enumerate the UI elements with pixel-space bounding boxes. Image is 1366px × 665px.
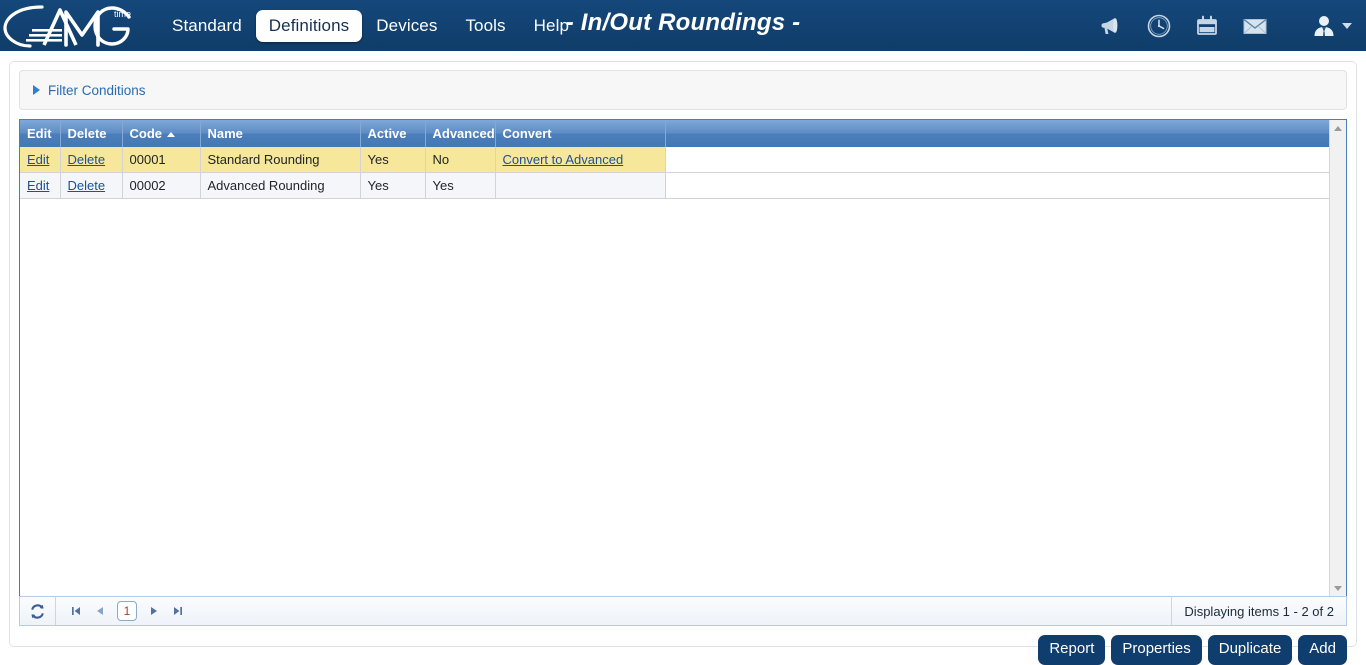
cell-convert [495,172,666,199]
chevron-right-icon [33,85,40,95]
content-panel: Filter Conditions Edit Delete Code Name [9,61,1357,665]
report-button[interactable]: Report [1038,635,1106,665]
duplicate-button[interactable]: Duplicate [1207,635,1293,665]
cell-code: 00001 [122,147,201,173]
scroll-up-button[interactable] [1330,120,1346,136]
logo-superscript-text: time [114,9,131,19]
column-header-convert[interactable]: Convert [495,120,666,147]
filter-conditions-label: Filter Conditions [48,82,146,98]
next-page-icon [151,607,157,615]
sort-ascending-icon [167,132,175,138]
cell-active: Yes [360,147,426,173]
column-header-delete[interactable]: Delete [60,120,123,147]
refresh-icon [31,603,44,619]
table-row[interactable]: Edit Delete 00002 Advanced Rounding Yes … [20,172,1346,199]
cell-filler [665,172,1346,199]
user-avatar-icon [1314,15,1334,36]
next-page-button[interactable] [147,603,161,619]
chevron-down-icon [1334,585,1342,591]
main-nav: Standard Definitions Devices Tools Help [158,9,583,42]
last-page-button[interactable] [171,603,185,619]
edit-link[interactable]: Edit [27,152,49,167]
grid-vertical-scrollbar[interactable] [1329,120,1346,596]
nav-item-standard[interactable]: Standard [158,10,256,42]
top-navigation-bar: time Standard Definitions Devices Tools … [0,0,1366,51]
cell-code: 00002 [122,172,201,199]
edit-link[interactable]: Edit [27,178,49,193]
last-page-icon [174,607,182,615]
cell-name: Standard Rounding [200,147,361,173]
roundings-grid: Edit Delete Code Name Active Advanced Co… [19,119,1347,597]
refresh-button[interactable] [20,597,56,625]
column-header-filler [665,120,1346,147]
logo-icon: time [3,4,131,48]
nav-item-definitions[interactable]: Definitions [255,9,363,42]
nav-item-devices[interactable]: Devices [362,10,451,42]
roundings-table: Edit Delete Code Name Active Advanced Co… [20,120,1346,199]
previous-page-icon [97,607,103,615]
cell-edit: Edit [20,147,61,173]
chevron-down-icon [1342,22,1352,29]
filter-conditions-bar: Filter Conditions [19,70,1347,110]
pager-controls: 1 [56,601,185,621]
page-body: Filter Conditions Edit Delete Code Name [0,51,1366,665]
header-icon-group [1097,0,1358,51]
delete-link[interactable]: Delete [68,152,106,167]
cell-delete: Delete [60,172,123,199]
nav-item-tools[interactable]: Tools [451,10,519,42]
amg-time-logo[interactable]: time [0,0,146,51]
add-button[interactable]: Add [1298,635,1347,665]
megaphone-icon[interactable] [1097,12,1125,40]
pager-status: Displaying items 1 - 2 of 2 [1171,597,1346,625]
cell-name: Advanced Rounding [200,172,361,199]
column-header-advanced[interactable]: Advanced [425,120,496,147]
cell-active: Yes [360,172,426,199]
cell-delete: Delete [60,147,123,173]
column-header-code-label: Code [129,126,163,141]
column-header-code[interactable]: Code [122,120,201,147]
column-header-name[interactable]: Name [200,120,361,147]
first-page-button[interactable] [69,603,83,619]
calendar-icon[interactable] [1193,12,1221,40]
cell-advanced: Yes [425,172,496,199]
filter-conditions-toggle[interactable]: Filter Conditions [33,83,146,98]
cell-advanced: No [425,147,496,173]
delete-link[interactable]: Delete [68,178,106,193]
user-menu[interactable] [1311,13,1352,39]
clock-icon[interactable] [1145,12,1173,40]
action-button-bar: Report Properties Duplicate Add [19,635,1347,665]
grid-pager: 1 Displaying items 1 - 2 of 2 [19,596,1347,626]
column-header-edit[interactable]: Edit [20,120,61,147]
chevron-up-icon [1334,125,1342,131]
nav-item-help[interactable]: Help [520,10,583,42]
scroll-down-button[interactable] [1330,580,1346,596]
previous-page-button[interactable] [93,603,107,619]
cell-convert: Convert to Advanced [495,147,666,173]
table-row[interactable]: Edit Delete 00001 Standard Rounding Yes … [20,147,1346,173]
properties-button[interactable]: Properties [1111,635,1202,665]
convert-to-advanced-link[interactable]: Convert to Advanced [503,152,624,167]
cell-filler [665,147,1346,173]
envelope-icon[interactable] [1241,12,1269,40]
column-header-active[interactable]: Active [360,120,426,147]
table-header-row: Edit Delete Code Name Active Advanced Co… [20,120,1346,147]
first-page-icon [72,607,80,615]
page-number-1[interactable]: 1 [117,601,137,621]
cell-edit: Edit [20,172,61,199]
